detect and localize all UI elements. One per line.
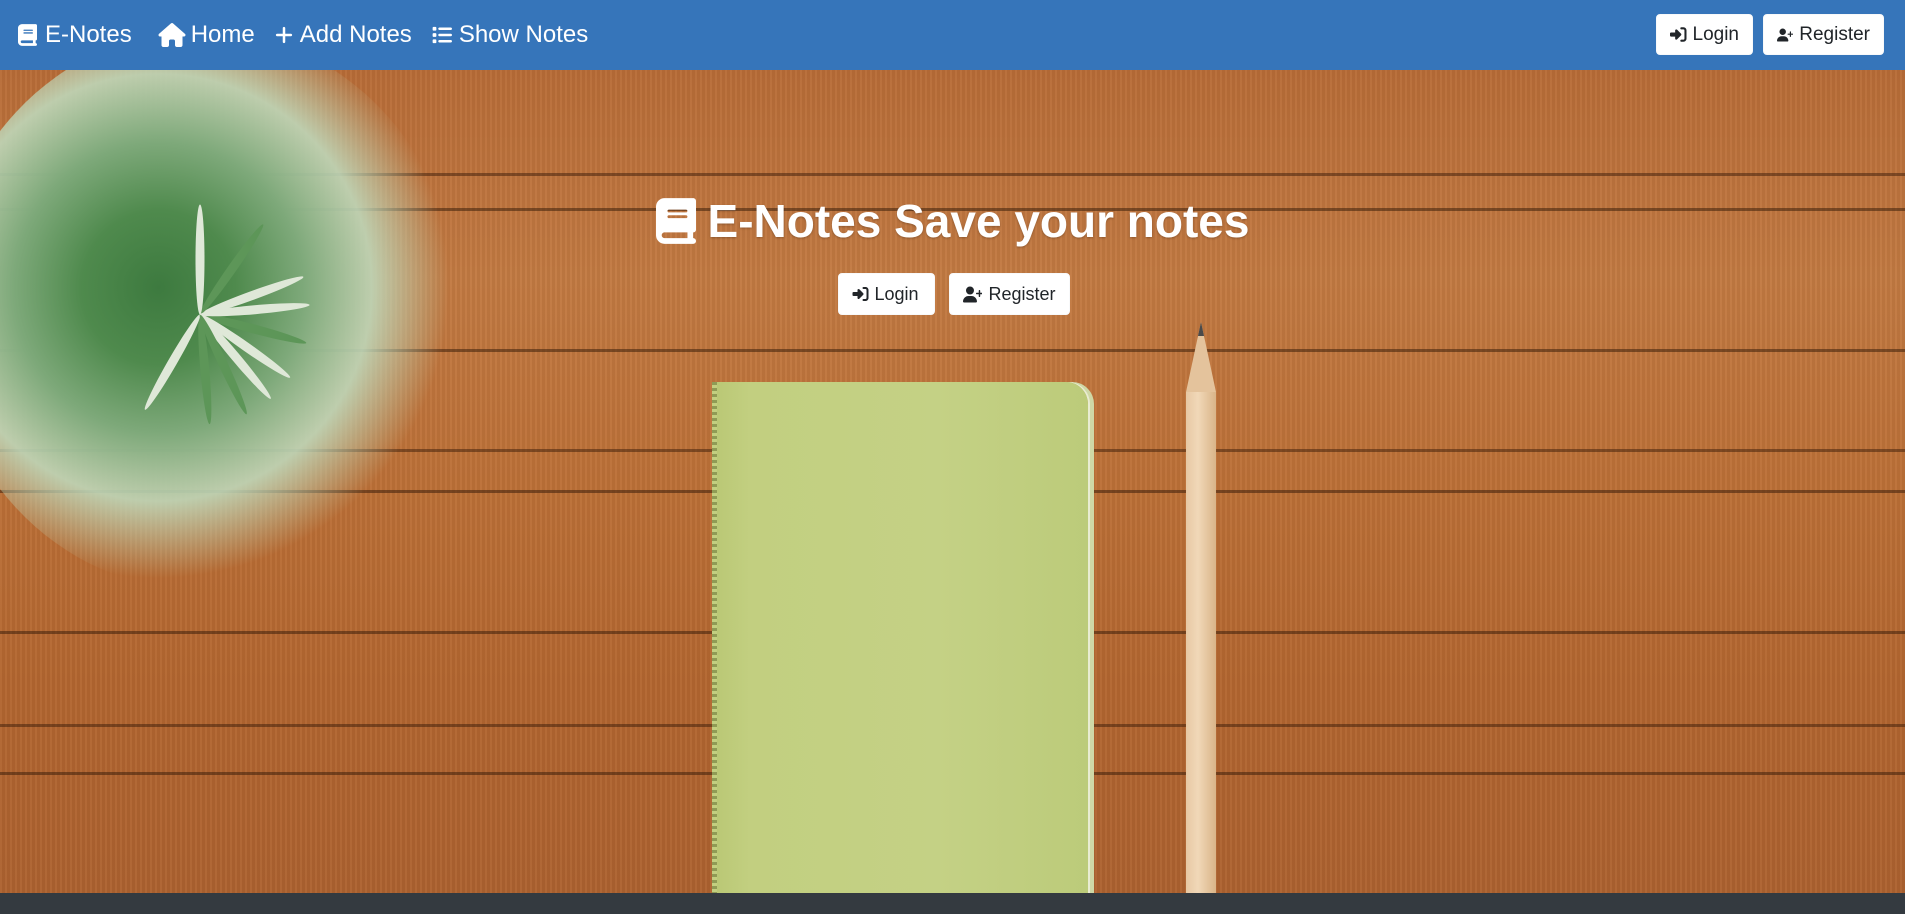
nav-auth-buttons: Login Register	[1656, 14, 1884, 55]
book-icon	[655, 198, 696, 244]
user-plus-icon	[962, 286, 983, 302]
hero-login-label: Login	[874, 283, 919, 304]
navbar: E-Notes Home Add Notes Show Notes Login …	[0, 0, 1905, 70]
list-icon	[432, 26, 452, 44]
notebook-image	[712, 382, 1088, 893]
nav-login-button[interactable]: Login	[1656, 14, 1753, 55]
nav-home-link[interactable]: Home	[158, 21, 255, 49]
nav-register-button[interactable]: Register	[1763, 14, 1884, 55]
plus-icon	[275, 26, 292, 44]
hero-title-text: E-Notes Save your notes	[707, 195, 1250, 247]
brand-link[interactable]: E-Notes	[18, 21, 132, 49]
brand-label: E-Notes	[45, 21, 132, 48]
book-icon	[18, 24, 37, 46]
hero-register-label: Register	[988, 283, 1056, 304]
nav-left: E-Notes Home Add Notes Show Notes	[0, 0, 588, 70]
hero-title: E-Notes Save your notes	[0, 194, 1905, 248]
nav-home-label: Home	[190, 21, 255, 48]
hero-buttons: Login Register	[0, 273, 1905, 315]
footer	[0, 893, 1905, 914]
nav-show-notes-label: Show Notes	[458, 21, 589, 48]
sign-in-icon	[852, 287, 868, 301]
nav-login-label: Login	[1692, 23, 1740, 45]
home-icon	[158, 23, 186, 47]
hero-register-button[interactable]: Register	[948, 273, 1070, 315]
hero-login-button[interactable]: Login	[837, 273, 935, 315]
nav-add-notes-label: Add Notes	[299, 21, 412, 48]
nav-register-label: Register	[1799, 23, 1870, 45]
pencil-lead-image	[1198, 322, 1204, 336]
plant-image	[0, 70, 460, 590]
nav-add-notes-link[interactable]: Add Notes	[274, 21, 412, 49]
hero-section: E-Notes Save your notes Login Register	[0, 70, 1905, 893]
pencil-image	[1186, 392, 1216, 893]
user-plus-icon	[1777, 28, 1794, 41]
nav-show-notes-link[interactable]: Show Notes	[431, 21, 588, 49]
sign-in-icon	[1670, 27, 1687, 42]
leaf-decor	[141, 312, 204, 413]
